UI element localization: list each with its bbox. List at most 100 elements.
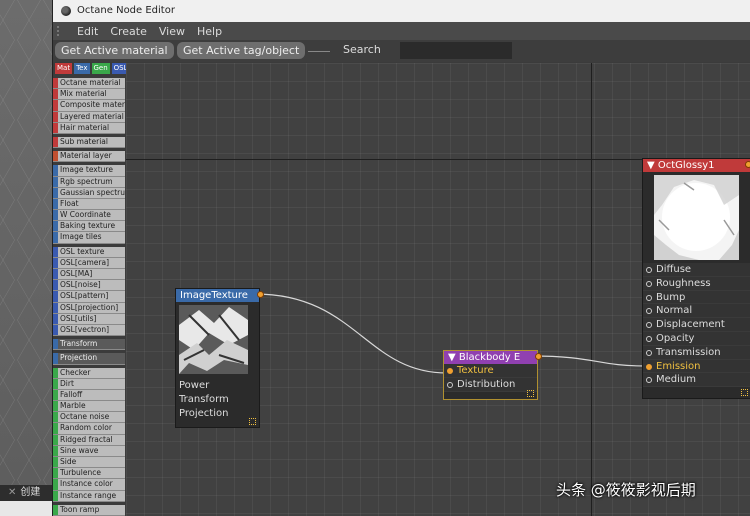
- category-color-bar: [53, 434, 58, 445]
- close-icon[interactable]: ✕: [8, 487, 16, 498]
- palette-item[interactable]: OSL[utils]: [53, 313, 125, 325]
- category-tab-gen[interactable]: Gen: [91, 63, 110, 74]
- blackbody-emission-node[interactable]: ▼ Blackbody E Texture Distribution: [443, 350, 542, 400]
- displacement-input-pin[interactable]: [646, 322, 652, 329]
- palette-item[interactable]: W Coordinate: [53, 210, 125, 222]
- palette-item[interactable]: Marble: [53, 401, 125, 413]
- palette-item[interactable]: Rgb spectrum: [53, 176, 125, 188]
- distribution-input-pin[interactable]: [447, 381, 453, 388]
- palette-item-label: Mix material: [60, 89, 107, 99]
- palette-item-label: Checker: [60, 367, 91, 377]
- power-port[interactable]: Power: [176, 379, 259, 393]
- palette-item[interactable]: Octane material: [53, 78, 125, 90]
- palette-item[interactable]: OSL[noise]: [53, 280, 125, 292]
- palette-item[interactable]: Instance range: [53, 490, 125, 502]
- distribution-port[interactable]: Distribution: [444, 377, 537, 392]
- palette-item-label: Composite material: [60, 100, 125, 110]
- get-active-material-button[interactable]: Get Active material: [55, 42, 174, 59]
- palette-item[interactable]: Image texture: [53, 165, 125, 177]
- blackbody-output-pin[interactable]: [535, 353, 542, 360]
- displacement-port[interactable]: Displacement: [643, 318, 750, 332]
- resize-handle-icon[interactable]: [527, 390, 534, 397]
- collapse-triangle-icon[interactable]: ▼: [448, 352, 456, 363]
- get-active-tag-button[interactable]: Get Active tag/object: [177, 42, 306, 59]
- palette-item[interactable]: Octane noise: [53, 412, 125, 424]
- palette-item[interactable]: Layered material: [53, 111, 125, 123]
- palette-item[interactable]: Falloff: [53, 389, 125, 402]
- transform-port[interactable]: Transform: [176, 393, 259, 407]
- roughness-input-pin[interactable]: [646, 280, 652, 287]
- palette-item[interactable]: OSL texture: [53, 246, 125, 258]
- drag-grip-icon[interactable]: [57, 26, 65, 36]
- menu-help[interactable]: Help: [197, 25, 222, 38]
- category-tab-tex[interactable]: Tex: [74, 63, 90, 74]
- node-canvas[interactable]: ImageTexture Power Transform Projection: [126, 63, 750, 516]
- palette-item[interactable]: Sub material: [53, 136, 125, 149]
- palette-item[interactable]: Transform: [53, 339, 125, 351]
- palette-item[interactable]: Turbulence: [53, 468, 125, 480]
- transmission-input-pin[interactable]: [646, 349, 652, 356]
- palette-item[interactable]: OSL[projection]: [53, 302, 125, 314]
- wire-blackbody-to-emission[interactable]: [530, 355, 648, 367]
- palette-item-label: OSL[noise]: [60, 280, 101, 290]
- palette-item[interactable]: Instance color: [53, 479, 125, 491]
- wire-imagetexture-to-texture[interactable]: [254, 293, 448, 374]
- emission-input-pin[interactable]: [646, 363, 652, 370]
- palette-item[interactable]: Image tiles: [53, 232, 125, 244]
- blackbody-header[interactable]: ▼ Blackbody E: [444, 351, 542, 364]
- palette-item[interactable]: Gaussian spectrum: [53, 187, 125, 199]
- palette-item[interactable]: Dirt: [53, 378, 125, 390]
- palette-item[interactable]: Baking texture: [53, 221, 125, 233]
- diffuse-input-pin[interactable]: [646, 267, 652, 273]
- palette-item[interactable]: OSL[MA]: [53, 269, 125, 281]
- palette-item[interactable]: Material layer: [53, 151, 125, 163]
- diffuse-port[interactable]: Diffuse: [643, 263, 750, 277]
- palette-item[interactable]: Composite material: [53, 100, 125, 112]
- palette-item[interactable]: OSL[vectron]: [53, 324, 125, 337]
- glossy-header[interactable]: ▼ OctGlossy1: [643, 159, 750, 172]
- texture-input-pin[interactable]: [447, 368, 453, 374]
- category-color-bar: [53, 78, 58, 89]
- bump-port[interactable]: Bump: [643, 290, 750, 305]
- menu-view[interactable]: View: [159, 25, 185, 38]
- image-texture-node[interactable]: ImageTexture Power Transform Projection: [175, 288, 264, 428]
- projection-port[interactable]: Projection: [176, 407, 259, 421]
- medium-input-pin[interactable]: [646, 377, 652, 384]
- image-texture-output-pin[interactable]: [257, 291, 264, 298]
- resize-handle-icon[interactable]: [249, 418, 256, 425]
- palette-item[interactable]: Side: [53, 457, 125, 469]
- roughness-port[interactable]: Roughness: [643, 276, 750, 291]
- palette-item[interactable]: Float: [53, 198, 125, 211]
- create-panel-header[interactable]: ✕ 创建: [0, 485, 52, 501]
- glossy-output-pin[interactable]: [745, 161, 750, 168]
- opacity-port[interactable]: Opacity: [643, 331, 750, 346]
- palette-item[interactable]: Checker: [53, 367, 125, 379]
- emission-port[interactable]: Emission: [643, 359, 750, 374]
- palette-item[interactable]: OSL[camera]: [53, 257, 125, 269]
- category-color-bar: [53, 100, 58, 111]
- search-input[interactable]: [400, 42, 512, 59]
- transmission-port[interactable]: Transmission: [643, 345, 750, 360]
- menu-edit[interactable]: Edit: [77, 25, 98, 38]
- texture-port[interactable]: Texture: [444, 364, 537, 378]
- palette-item[interactable]: Ridged fractal: [53, 434, 125, 446]
- oct-glossy-node[interactable]: ▼ OctGlossy1 Diffuse Roughness Bump Normal D…: [642, 158, 750, 399]
- resize-handle-icon[interactable]: [741, 389, 748, 396]
- image-texture-header[interactable]: ImageTexture: [176, 289, 264, 302]
- category-tab-mat[interactable]: Mat: [55, 63, 73, 74]
- bump-input-pin[interactable]: [646, 294, 652, 301]
- palette-item[interactable]: Hair material: [53, 122, 125, 134]
- palette-item[interactable]: Projection: [53, 353, 125, 365]
- palette-item[interactable]: Mix material: [53, 89, 125, 101]
- palette-item[interactable]: OSL[pattern]: [53, 291, 125, 303]
- opacity-input-pin[interactable]: [646, 335, 652, 342]
- collapse-triangle-icon[interactable]: ▼: [647, 160, 655, 171]
- menu-create[interactable]: Create: [110, 25, 147, 38]
- category-color-bar: [53, 111, 58, 122]
- medium-port[interactable]: Medium: [643, 373, 750, 388]
- palette-item[interactable]: Toon ramp: [53, 504, 125, 516]
- normal-input-pin[interactable]: [646, 308, 652, 315]
- palette-item[interactable]: Sine wave: [53, 445, 125, 457]
- normal-port[interactable]: Normal: [643, 304, 750, 319]
- palette-item[interactable]: Random color: [53, 423, 125, 435]
